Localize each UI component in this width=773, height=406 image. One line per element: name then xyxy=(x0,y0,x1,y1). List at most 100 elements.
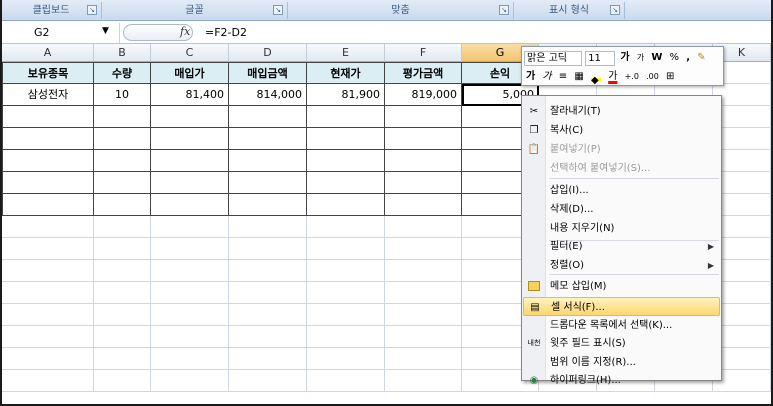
empty-cell[interactable] xyxy=(229,370,307,392)
empty-cell[interactable] xyxy=(385,260,462,282)
empty-cell[interactable] xyxy=(94,370,151,392)
format-painter-icon[interactable]: ✎ xyxy=(695,49,707,67)
empty-cell[interactable] xyxy=(151,194,229,216)
context-menu-item[interactable]: 삽입(I)... xyxy=(523,181,720,200)
empty-cell[interactable] xyxy=(229,194,307,216)
empty-cell[interactable] xyxy=(307,150,385,172)
empty-cell[interactable] xyxy=(2,238,94,260)
empty-cell[interactable] xyxy=(94,216,151,238)
empty-cell[interactable] xyxy=(385,282,462,304)
table-header-cell[interactable]: 보유종목 xyxy=(2,62,94,84)
context-menu-item[interactable]: 내천 윗주 필드 표시(S) xyxy=(523,334,720,353)
empty-cell[interactable] xyxy=(385,370,462,392)
empty-cell[interactable] xyxy=(229,106,307,128)
empty-cell[interactable] xyxy=(385,304,462,326)
empty-cell[interactable] xyxy=(307,128,385,150)
empty-cell[interactable] xyxy=(229,348,307,370)
empty-cell[interactable] xyxy=(385,128,462,150)
table-header-cell[interactable]: 수량 xyxy=(94,62,151,84)
context-menu-item[interactable]: ▭ 메모 삽입(M) xyxy=(523,277,720,296)
empty-cell[interactable] xyxy=(2,282,94,304)
column-header-f[interactable]: F xyxy=(385,44,462,62)
empty-cell[interactable] xyxy=(2,304,94,326)
empty-cell[interactable] xyxy=(385,150,462,172)
table-header-cell[interactable]: 현재가 xyxy=(307,62,385,84)
context-menu-item[interactable]: 선택하여 붙여넣기(S)... xyxy=(523,159,720,178)
empty-cell[interactable] xyxy=(385,194,462,216)
context-menu-item[interactable]: 드롭다운 목록에서 선택(K)... xyxy=(523,316,720,335)
context-menu-item[interactable]: 📋 붙여넣기(P) xyxy=(523,140,720,159)
column-header-d[interactable]: D xyxy=(229,44,307,62)
empty-cell[interactable] xyxy=(151,150,229,172)
dialog-launcher-icon[interactable]: ↘ xyxy=(273,5,283,15)
table-cell[interactable]: 삼성전자 xyxy=(2,84,94,106)
empty-cell[interactable] xyxy=(94,128,151,150)
empty-cell[interactable] xyxy=(2,348,94,370)
empty-cell[interactable] xyxy=(229,260,307,282)
empty-cell[interactable] xyxy=(94,150,151,172)
empty-cell[interactable] xyxy=(385,106,462,128)
empty-cell[interactable] xyxy=(2,260,94,282)
context-menu-item[interactable]: 정렬(O) ▶ xyxy=(523,256,720,275)
empty-cell[interactable] xyxy=(2,172,94,194)
empty-cell[interactable] xyxy=(229,326,307,348)
empty-cell[interactable] xyxy=(2,194,94,216)
empty-cell[interactable] xyxy=(151,128,229,150)
chevron-down-icon[interactable]: ▼ xyxy=(102,26,109,36)
grow-font-button[interactable]: 가 xyxy=(618,49,631,67)
empty-cell[interactable] xyxy=(229,238,307,260)
font-color-button[interactable]: 가 xyxy=(606,68,619,86)
font-size-box[interactable]: 11 xyxy=(585,50,616,66)
empty-cell[interactable] xyxy=(151,216,229,238)
empty-cell[interactable] xyxy=(385,348,462,370)
bold-button[interactable]: 가 xyxy=(524,68,537,86)
table-header-cell[interactable]: 평가금액 xyxy=(385,62,462,84)
dialog-launcher-icon[interactable]: ↘ xyxy=(610,5,620,15)
empty-cell[interactable] xyxy=(229,172,307,194)
percent-style-button[interactable]: % xyxy=(668,49,682,67)
column-header-c[interactable]: C xyxy=(151,44,229,62)
table-cell[interactable]: 81,900 xyxy=(307,84,385,106)
table-cell[interactable]: 819,000 xyxy=(385,84,462,106)
insert-function-icon[interactable]: fx xyxy=(180,25,190,38)
empty-cell[interactable] xyxy=(151,238,229,260)
empty-cell[interactable] xyxy=(151,106,229,128)
empty-cell[interactable] xyxy=(94,326,151,348)
empty-cell[interactable] xyxy=(229,304,307,326)
empty-cell[interactable] xyxy=(94,348,151,370)
empty-cell[interactable] xyxy=(307,282,385,304)
empty-cell[interactable] xyxy=(307,106,385,128)
empty-cell[interactable] xyxy=(385,238,462,260)
empty-cell[interactable] xyxy=(229,128,307,150)
merge-center-icon[interactable]: ⊞ xyxy=(664,68,676,86)
formula-input[interactable]: =F2-D2 xyxy=(205,26,247,39)
empty-cell[interactable] xyxy=(229,216,307,238)
empty-cell[interactable] xyxy=(2,216,94,238)
empty-cell[interactable] xyxy=(151,348,229,370)
column-header-b[interactable]: B xyxy=(94,44,151,62)
empty-cell[interactable] xyxy=(2,150,94,172)
empty-cell[interactable] xyxy=(307,304,385,326)
dialog-launcher-icon[interactable]: ↘ xyxy=(499,5,509,15)
column-header-e[interactable]: E xyxy=(307,44,385,62)
context-menu-item[interactable]: 필터(E) ▶ xyxy=(523,237,720,256)
empty-cell[interactable] xyxy=(307,238,385,260)
empty-cell[interactable] xyxy=(94,260,151,282)
borders-icon[interactable]: ▦ xyxy=(572,68,585,86)
context-menu-item[interactable]: ❐ 복사(C) xyxy=(523,121,720,140)
context-menu-item[interactable]: 내용 지우기(N) xyxy=(523,219,720,238)
context-menu-item[interactable]: ◉ 하이퍼링크(H)... xyxy=(523,371,720,390)
align-center-button[interactable]: ≡ xyxy=(557,68,569,86)
empty-cell[interactable] xyxy=(385,326,462,348)
fill-color-icon[interactable]: ◆ xyxy=(589,68,603,86)
column-header-a[interactable]: A xyxy=(2,44,94,62)
empty-cell[interactable] xyxy=(151,260,229,282)
empty-cell[interactable] xyxy=(307,348,385,370)
empty-cell[interactable] xyxy=(307,370,385,392)
empty-cell[interactable] xyxy=(151,282,229,304)
table-cell[interactable]: 10 xyxy=(94,84,151,106)
dialog-launcher-icon[interactable]: ↘ xyxy=(87,5,97,15)
shrink-font-button[interactable]: 가 xyxy=(635,49,646,67)
empty-cell[interactable] xyxy=(151,326,229,348)
empty-cell[interactable] xyxy=(151,304,229,326)
